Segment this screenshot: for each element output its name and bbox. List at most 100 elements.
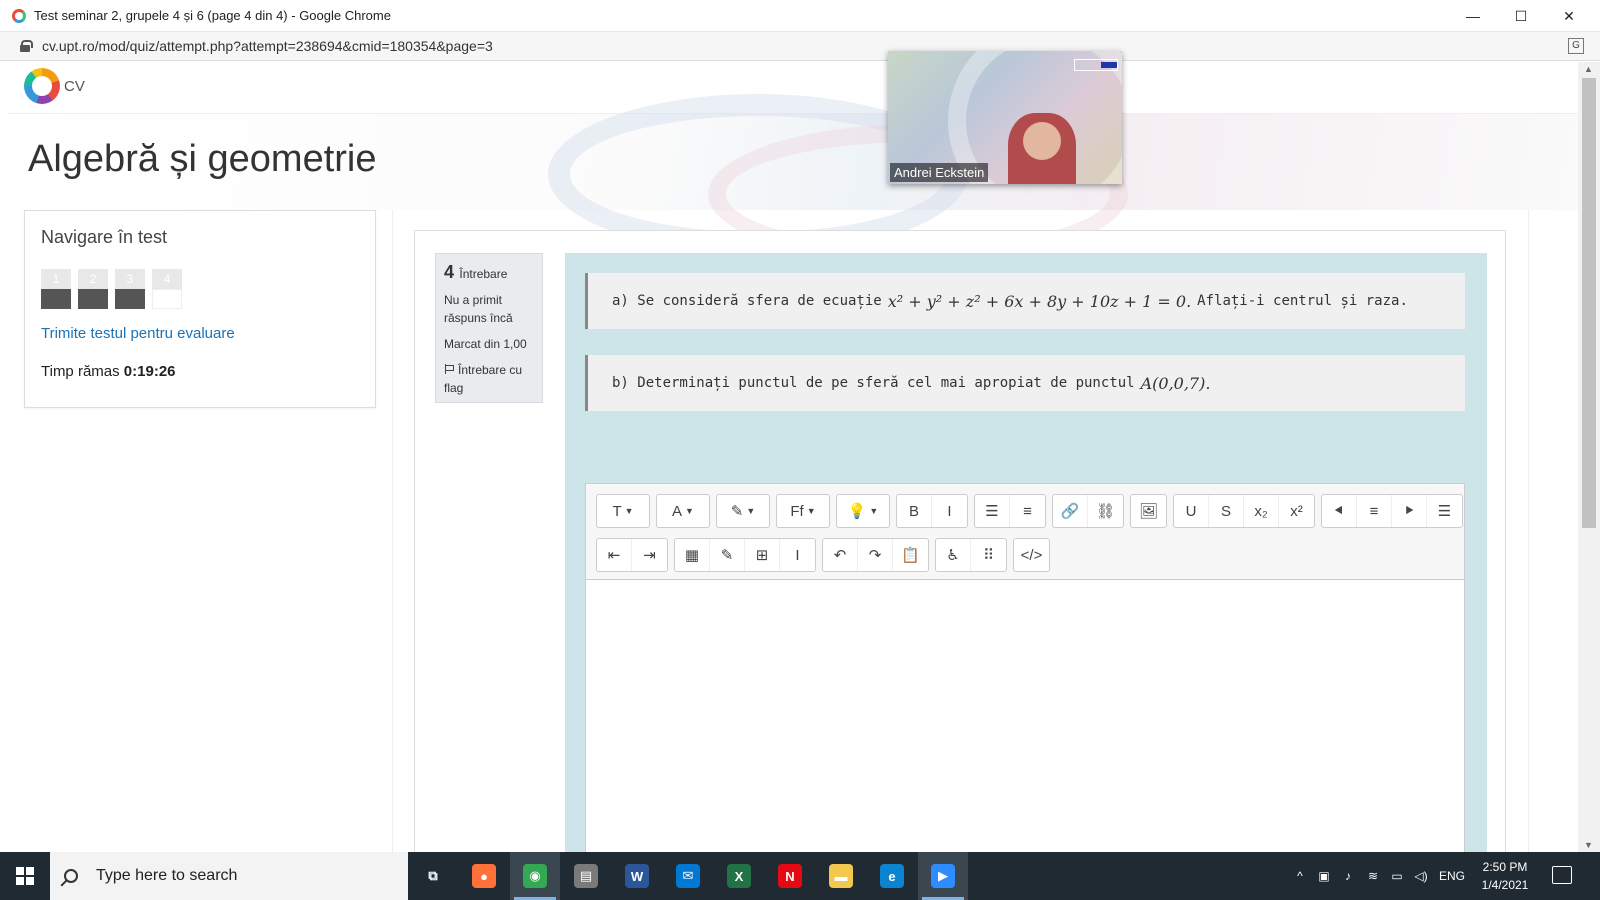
accessibility-button[interactable]: ♿ xyxy=(936,539,971,571)
windows-taskbar: Type here to search ⧉ ● ◉ ▤ W ✉ X N ▬ e ▶ ^ ▣ ♪ ≋ … xyxy=(0,852,1600,900)
question-number: 4 xyxy=(444,262,455,282)
network-drive-icon[interactable]: ▣ xyxy=(1314,852,1334,900)
zoom-icon[interactable]: ▶ xyxy=(918,852,968,900)
excel-icon[interactable]: X xyxy=(714,852,764,900)
question-info: 4 Întrebare Nu a primit răspuns încă Mar… xyxy=(435,253,543,403)
toolbar-group: ☰ ≡ xyxy=(974,494,1046,528)
equation-button[interactable]: ▦ xyxy=(675,539,710,571)
table-button[interactable]: ⊞ xyxy=(745,539,780,571)
redo-button[interactable]: ↷ xyxy=(858,539,893,571)
styles-button[interactable]: 💡 ▼ xyxy=(837,495,889,527)
window-titlebar: Test seminar 2, grupele 4 și 6 (page 4 d… xyxy=(0,0,1600,32)
close-button[interactable]: ✕ xyxy=(1546,0,1592,32)
numbered-list-button[interactable]: ≡ xyxy=(1010,495,1045,527)
image-button[interactable]: 🖼 xyxy=(1131,495,1166,527)
quiz-navigation-title: Navigare în test xyxy=(41,227,168,247)
quiz-nav-question-4[interactable]: 4 xyxy=(152,269,182,309)
word-icon[interactable]: W xyxy=(612,852,662,900)
point-a: A(0,0,7). xyxy=(1140,373,1211,393)
question-status: Nu a primit răspuns încă xyxy=(444,293,513,325)
toolbar-group: Ff ▼ xyxy=(776,494,830,528)
address-bar[interactable]: cv.upt.ro/mod/quiz/attempt.php?attempt=2… xyxy=(0,32,1600,61)
strikethrough-button[interactable]: S xyxy=(1209,495,1244,527)
undo-button[interactable]: ↶ xyxy=(823,539,858,571)
screenreader-button[interactable]: ⠿ xyxy=(971,539,1006,571)
web-page: CV Algebră și geometrie Navigare în test… xyxy=(8,62,1578,852)
chevron-down-icon: ▼ xyxy=(806,506,816,516)
paste-button[interactable]: 📋 xyxy=(893,539,928,571)
finish-attempt-link[interactable]: Trimite testul pentru evaluare xyxy=(41,325,235,342)
video-call-overlay[interactable]: Andrei Eckstein xyxy=(888,51,1122,184)
toolbar-group: 🖼 xyxy=(1130,494,1167,528)
microphone-icon[interactable]: ♪ xyxy=(1338,852,1358,900)
translate-icon[interactable]: G xyxy=(1568,38,1584,54)
netflix-icon[interactable]: N xyxy=(765,852,815,900)
indent-button[interactable]: ⇥ xyxy=(632,539,667,571)
start-button[interactable] xyxy=(0,852,50,900)
notification-center-icon[interactable] xyxy=(1552,866,1572,884)
toolbar-group: 💡 ▼ xyxy=(836,494,890,528)
answer-edit-area[interactable] xyxy=(586,580,1464,852)
store-glyph: ▤ xyxy=(574,864,598,888)
maximize-button[interactable]: ☐ xyxy=(1498,0,1544,32)
taskbar-search-box[interactable]: Type here to search xyxy=(50,852,408,900)
font-color-button[interactable]: A ▼ xyxy=(657,495,709,527)
superscript-button[interactable]: x² xyxy=(1279,495,1314,527)
store-icon[interactable]: ▤ xyxy=(561,852,611,900)
font-family-button[interactable]: Ff ▼ xyxy=(777,495,829,527)
clock-date: 1/4/2021 xyxy=(1481,878,1529,892)
toolbar-group: ⯇ ≡ ⯈ ☰ xyxy=(1321,494,1463,528)
page-scrollbar[interactable]: ▲ ▼ xyxy=(1578,62,1600,852)
site-logo-icon[interactable] xyxy=(24,68,60,104)
chrome-icon[interactable]: ◉ xyxy=(510,852,560,900)
quiz-nav-question-2[interactable]: 2 xyxy=(78,269,108,309)
bullet-list-button[interactable]: ☰ xyxy=(975,495,1010,527)
html-button[interactable]: </> xyxy=(1014,539,1049,571)
toolbar-group: A ▼ xyxy=(656,494,710,528)
show-hidden-icons-icon[interactable]: ^ xyxy=(1290,852,1310,900)
lock-icon[interactable] xyxy=(20,40,33,52)
quiz-nav-question-3[interactable]: 3 xyxy=(115,269,145,309)
battery-icon[interactable]: ▭ xyxy=(1386,852,1408,900)
minimize-button[interactable]: — xyxy=(1450,0,1496,32)
bold-button[interactable]: B xyxy=(897,495,932,527)
netflix-glyph: N xyxy=(778,864,802,888)
paragraph-style-button[interactable]: T ▼ xyxy=(597,495,649,527)
background-color-button[interactable]: ✎ ▼ xyxy=(717,495,769,527)
question-card: 4 Întrebare Nu a primit răspuns încă Mar… xyxy=(414,230,1506,852)
align-right-button[interactable]: ⯈ xyxy=(1392,495,1427,527)
region-divider xyxy=(1528,210,1529,852)
language-indicator[interactable]: ENG xyxy=(1436,852,1468,900)
file-explorer-icon[interactable]: ▬ xyxy=(816,852,866,900)
edge-glyph: e xyxy=(880,864,904,888)
taskbar-clock[interactable]: 2:50 PM 1/4/2021 xyxy=(1472,858,1538,894)
align-left-button[interactable]: ⯇ xyxy=(1322,495,1357,527)
edge-icon[interactable]: e xyxy=(867,852,917,900)
scroll-down-arrow-icon[interactable]: ▼ xyxy=(1584,840,1593,850)
timer-value: 0:19:26 xyxy=(123,363,176,380)
mail-icon[interactable]: ✉ xyxy=(663,852,713,900)
url-text[interactable]: cv.upt.ro/mod/quiz/attempt.php?attempt=2… xyxy=(42,38,493,54)
subscript-button[interactable]: x₂ xyxy=(1244,495,1279,527)
align-center-button[interactable]: ≡ xyxy=(1357,495,1392,527)
unlink-button[interactable]: ⛓ xyxy=(1088,495,1123,527)
task-view-icon[interactable]: ⧉ xyxy=(408,852,458,900)
italic-button[interactable]: I xyxy=(932,495,967,527)
wifi-icon[interactable]: ≋ xyxy=(1362,852,1384,900)
edit-button[interactable]: ✎ xyxy=(710,539,745,571)
site-logo-text[interactable]: CV xyxy=(64,78,85,95)
justify-button[interactable]: ☰ xyxy=(1427,495,1462,527)
link-button[interactable]: 🔗 xyxy=(1053,495,1088,527)
scroll-thumb[interactable] xyxy=(1582,78,1596,528)
firefox-icon[interactable]: ● xyxy=(459,852,509,900)
scroll-up-arrow-icon[interactable]: ▲ xyxy=(1584,64,1593,74)
toolbar-group: ⇤ ⇥ xyxy=(596,538,668,572)
quiz-nav-question-1[interactable]: 1 xyxy=(41,269,71,309)
toolbar-group: ✎ ▼ xyxy=(716,494,770,528)
special-char-button[interactable]: I xyxy=(780,539,815,571)
question-mark: Marcat din 1,00 xyxy=(444,337,527,351)
flag-question-toggle[interactable]: Întrebare cu flag xyxy=(444,361,534,397)
outdent-button[interactable]: ⇤ xyxy=(597,539,632,571)
underline-button[interactable]: U xyxy=(1174,495,1209,527)
volume-icon[interactable]: ◁) xyxy=(1410,852,1432,900)
